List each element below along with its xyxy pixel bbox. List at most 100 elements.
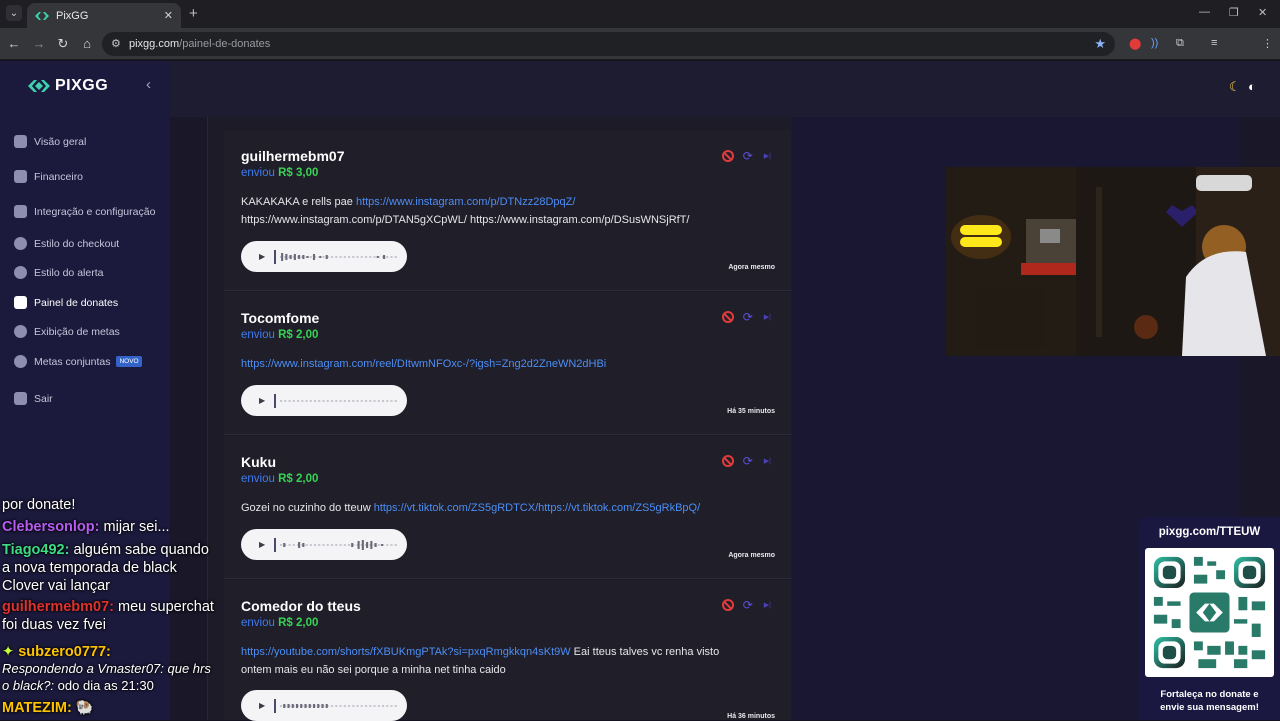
message-link[interactable]: https://www.instagram.com/p/DTNzz28DpqZ/ — [356, 196, 575, 208]
skip-icon[interactable]: ▶| — [764, 152, 771, 160]
tab-title: PixGG — [56, 9, 89, 22]
sidebar-item-visao-geral[interactable]: Visão geral — [14, 135, 86, 148]
chat-username: subzero0777: — [18, 644, 111, 660]
qr-code — [1145, 548, 1274, 677]
waveform[interactable] — [280, 538, 397, 552]
donor-name: guilhermebm07 — [241, 148, 345, 164]
donor-name: Kuku — [241, 454, 276, 470]
sidebar-item-estilo-checkout[interactable]: Estilo do checkout — [14, 237, 119, 250]
bookmark-star-icon[interactable]: ★ — [1094, 36, 1106, 52]
message-link[interactable]: https://youtube.com/shorts/fXBUKmgPTAk?s… — [241, 646, 571, 658]
skip-icon[interactable]: ▶| — [764, 601, 771, 609]
wallet-icon — [14, 170, 27, 183]
skip-icon[interactable]: ▶| — [764, 313, 771, 321]
chat-message: guilhermebm07: meu superchat foi duas ve… — [2, 599, 214, 633]
app-top-bar — [170, 61, 1280, 117]
logout-icon — [14, 392, 27, 405]
palette-icon — [14, 266, 27, 279]
block-icon[interactable] — [721, 599, 734, 611]
back-icon[interactable]: ← — [6, 36, 22, 51]
play-icon[interactable]: ▶ — [259, 540, 265, 549]
pixgg-logo[interactable]: PIXGG — [28, 77, 108, 95]
donation-amount-line: enviou R$ 2,00 — [241, 329, 319, 341]
url-text[interactable]: pixgg.com/painel-de-donates — [129, 38, 270, 50]
link-icon — [14, 355, 27, 368]
donation-amount-line: enviou R$ 2,00 — [241, 473, 319, 485]
sidebar-item-estilo-alerta[interactable]: Estilo do alerta — [14, 266, 103, 279]
chat-message: por donate! — [2, 497, 76, 513]
donation-message: Gozei no cuzinho do tteuw https://vt.tik… — [241, 502, 701, 514]
block-icon[interactable] — [721, 455, 734, 467]
extension-audio-icon[interactable]: )) — [1151, 37, 1158, 49]
pixgg-favicon-icon — [35, 11, 49, 20]
media-controls-icon[interactable]: ≡ — [1211, 37, 1217, 49]
replay-icon[interactable]: ⟳ — [743, 310, 753, 324]
donation-time: Há 36 minutos — [727, 713, 775, 720]
sparkle-icon: ✦ — [2, 644, 15, 660]
waveform[interactable] — [280, 250, 397, 264]
star-icon — [14, 325, 27, 338]
sidebar-item-painel-donates[interactable]: Painel de donates — [14, 296, 118, 309]
forward-icon[interactable]: → — [31, 36, 47, 51]
tab-search-icon[interactable]: ⌄ — [6, 5, 22, 21]
donation-card: Kuku enviou R$ 2,00 ⟳ ▶| Gozei no cuzinh… — [224, 436, 791, 579]
audio-player[interactable]: ▶ — [241, 529, 407, 560]
qr-donate-widget: pixgg.com/TTEUW Fortaleça no donate e en… — [1139, 517, 1280, 720]
tab-close-icon[interactable]: ✕ — [164, 9, 173, 22]
qr-code-image — [1153, 556, 1266, 669]
home-icon — [14, 135, 27, 148]
chat-message: MATEZIM: 🐏 — [2, 700, 94, 716]
play-icon[interactable]: ▶ — [259, 396, 265, 405]
pixgg-logo-icon — [28, 80, 50, 92]
browser-menu-icon[interactable]: ⋮ — [1262, 37, 1273, 50]
chat-username: Tiago492: — [2, 542, 70, 558]
collapse-sidebar-icon[interactable]: ‹ — [146, 76, 151, 93]
playhead[interactable] — [274, 537, 277, 552]
reload-icon[interactable]: ↻ — [55, 36, 71, 52]
block-icon[interactable] — [721, 150, 734, 162]
play-icon[interactable]: ▶ — [259, 252, 265, 261]
webcam-image — [946, 167, 1280, 356]
palette-icon — [14, 237, 27, 250]
dark-mode-icon[interactable]: ◐ — [1248, 79, 1256, 94]
skip-icon[interactable]: ▶| — [764, 457, 771, 465]
waveform[interactable] — [280, 394, 397, 408]
extensions-puzzle-icon[interactable]: ⧉ — [1176, 37, 1184, 50]
donation-message: https://youtube.com/shorts/fXBUKmgPTAk?s… — [241, 646, 720, 676]
sidebar-item-exibicao-metas[interactable]: Exibição de metas — [14, 325, 120, 338]
chat-username: guilhermebm07: — [2, 599, 114, 615]
message-link[interactable]: https://vt.tiktok.com/ZS5gRDTCX/https://… — [374, 502, 700, 514]
donation-actions: ⟳ ▶| — [721, 454, 771, 468]
replay-icon[interactable]: ⟳ — [743, 454, 753, 468]
playhead[interactable] — [274, 698, 277, 713]
chat-message: Tiago492: alguém sabe quando a nova temp… — [2, 542, 209, 594]
extension-record-icon[interactable]: ⬤ — [1129, 37, 1141, 50]
sidebar-item-financeiro[interactable]: Financeiro — [14, 170, 83, 183]
chat-username: MATEZIM: — [2, 700, 72, 716]
block-icon[interactable] — [721, 311, 734, 323]
minimize-icon[interactable]: — — [1199, 6, 1210, 18]
audio-player[interactable]: ▶ — [241, 690, 407, 721]
site-info-icon[interactable]: ⚙ — [111, 37, 121, 50]
sidebar-item-metas-conjuntas[interactable]: Metas conjuntas NOVO — [14, 355, 142, 368]
sidebar-item-sair[interactable]: Sair — [14, 392, 53, 405]
play-icon[interactable]: ▶ — [259, 701, 265, 710]
restore-icon[interactable]: ❐ — [1229, 6, 1239, 19]
address-bar[interactable]: ⚙ pixgg.com/painel-de-donates ★ — [102, 32, 1115, 56]
donation-actions: ⟳ ▶| — [721, 149, 771, 163]
sidebar-item-integracao[interactable]: Integração e configuração — [14, 205, 155, 218]
window-close-icon[interactable]: ✕ — [1258, 6, 1267, 19]
light-mode-icon[interactable]: ☾ — [1229, 79, 1241, 95]
replay-icon[interactable]: ⟳ — [743, 149, 753, 163]
waveform[interactable] — [280, 699, 397, 713]
message-link[interactable]: https://www.instagram.com/reel/DItwmNFOx… — [241, 358, 606, 370]
replay-icon[interactable]: ⟳ — [743, 598, 753, 612]
playhead[interactable] — [274, 393, 277, 408]
audio-player[interactable]: ▶ — [241, 241, 407, 272]
new-tab-icon[interactable]: + — [189, 5, 198, 22]
audio-player[interactable]: ▶ — [241, 385, 407, 416]
donation-message: https://www.instagram.com/reel/DItwmNFOx… — [241, 355, 751, 373]
browser-tab[interactable]: PixGG ✕ — [27, 3, 181, 28]
home-icon[interactable]: ⌂ — [79, 36, 95, 51]
playhead[interactable] — [274, 249, 277, 264]
